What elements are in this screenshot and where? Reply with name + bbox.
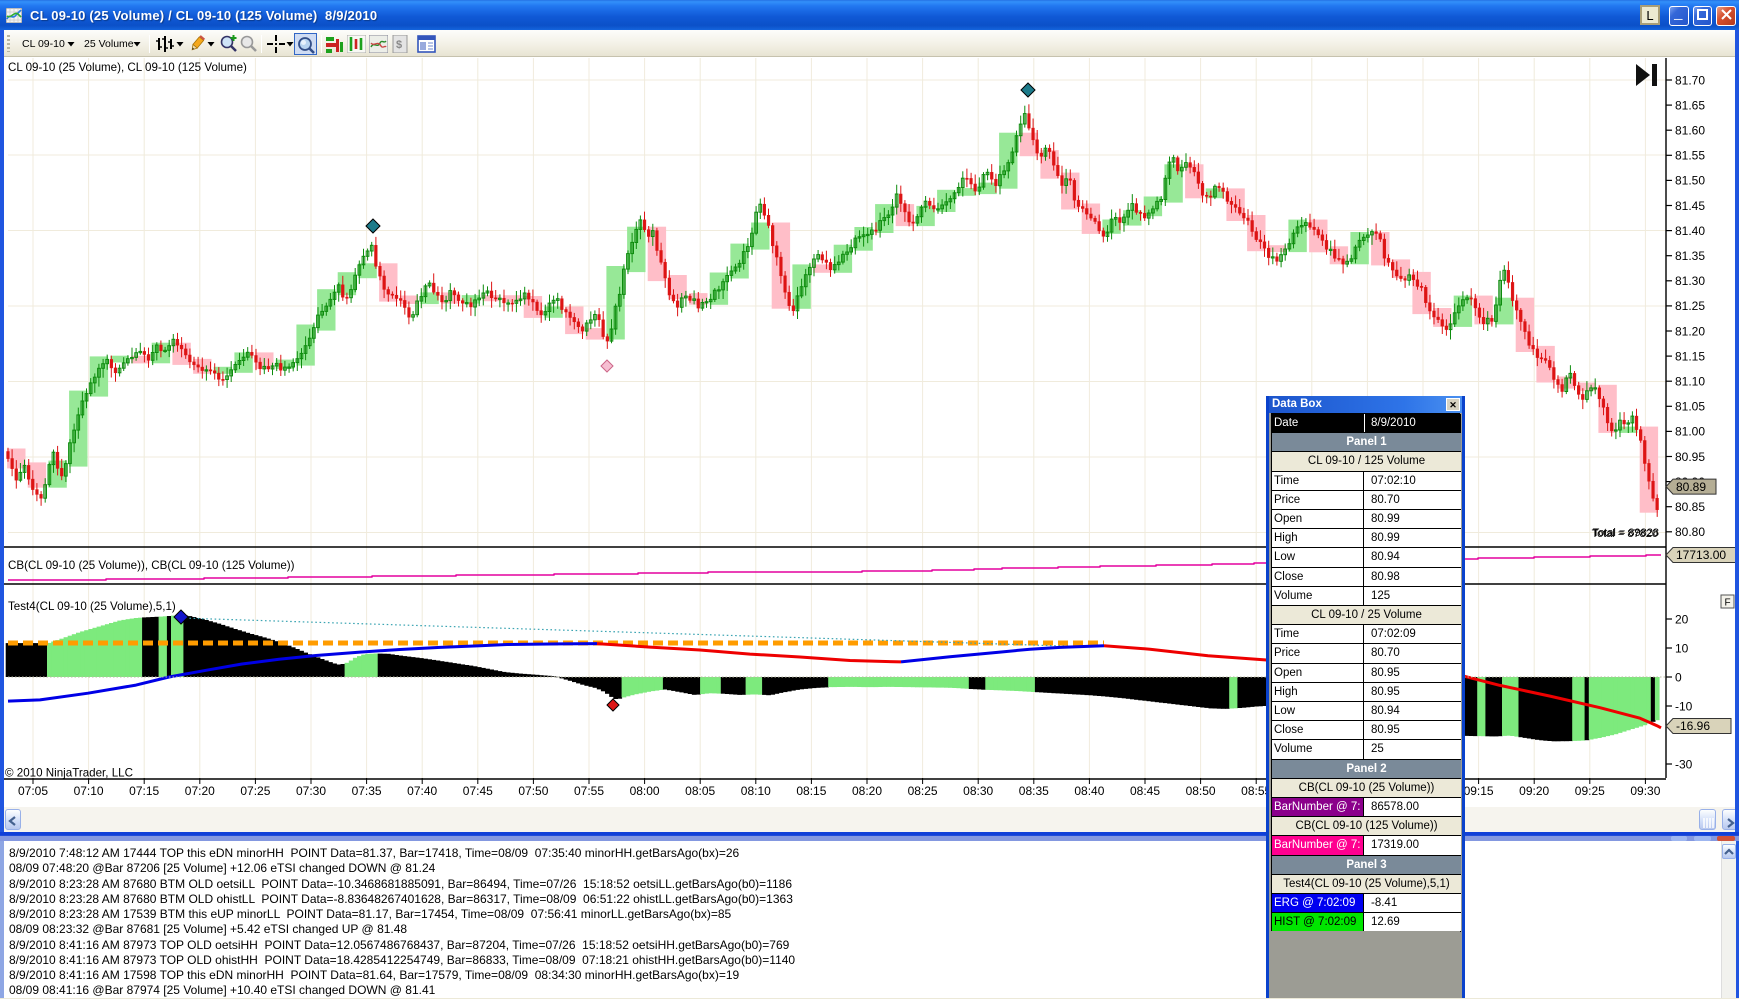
- svg-text:-16.96: -16.96: [1676, 719, 1710, 733]
- svg-text:CL 09-10 (25 Volume), CL 09-10: CL 09-10 (25 Volume), CL 09-10 (125 Volu…: [8, 61, 247, 74]
- svg-text:07:25: 07:25: [240, 784, 270, 798]
- svg-text:81.00: 81.00: [1675, 425, 1705, 439]
- svg-text:81.60: 81.60: [1675, 124, 1705, 138]
- svg-text:81.70: 81.70: [1675, 73, 1705, 87]
- svg-text:07:20: 07:20: [185, 784, 215, 798]
- svg-text:81.50: 81.50: [1675, 174, 1705, 188]
- svg-text:81.45: 81.45: [1675, 199, 1705, 213]
- svg-text:81.65: 81.65: [1675, 98, 1705, 112]
- svg-text:07:10: 07:10: [74, 784, 104, 798]
- svg-text:08:15: 08:15: [796, 784, 826, 798]
- svg-text:20: 20: [1675, 612, 1689, 626]
- svg-text:81.15: 81.15: [1675, 349, 1705, 363]
- svg-text:0: 0: [1675, 670, 1682, 684]
- svg-text:08:45: 08:45: [1130, 784, 1160, 798]
- svg-text:81.20: 81.20: [1675, 324, 1705, 338]
- svg-text:81.10: 81.10: [1675, 375, 1705, 389]
- svg-text:07:45: 07:45: [463, 784, 493, 798]
- svg-text:08:50: 08:50: [1186, 784, 1216, 798]
- svg-text:07:55: 07:55: [574, 784, 604, 798]
- svg-text:81.25: 81.25: [1675, 299, 1705, 313]
- svg-text:80.80: 80.80: [1675, 525, 1705, 539]
- svg-text:-10: -10: [1675, 699, 1693, 713]
- svg-text:08:40: 08:40: [1074, 784, 1104, 798]
- svg-text:10: 10: [1675, 641, 1689, 655]
- svg-text:80.95: 80.95: [1675, 450, 1705, 464]
- svg-text:$: $: [396, 39, 402, 51]
- svg-text:08:30: 08:30: [963, 784, 993, 798]
- svg-text:F: F: [1725, 598, 1731, 609]
- svg-text:81.05: 81.05: [1675, 400, 1705, 414]
- svg-text:80.89: 80.89: [1676, 480, 1706, 494]
- svg-text:81.35: 81.35: [1675, 249, 1705, 263]
- svg-text:CB(CL 09-10 (25 Volume)), CB(C: CB(CL 09-10 (25 Volume)), CB(CL 09-10 (1…: [8, 559, 295, 572]
- svg-text:08:00: 08:00: [630, 784, 660, 798]
- svg-text:08:10: 08:10: [741, 784, 771, 798]
- svg-text:17713.00: 17713.00: [1676, 548, 1726, 562]
- svg-text:07:15: 07:15: [129, 784, 159, 798]
- svg-text:08:25: 08:25: [908, 784, 938, 798]
- svg-text:09:15: 09:15: [1464, 784, 1494, 798]
- svg-text:81.40: 81.40: [1675, 224, 1705, 238]
- svg-text:07:30: 07:30: [296, 784, 326, 798]
- svg-text:08:20: 08:20: [852, 784, 882, 798]
- svg-text:09:20: 09:20: [1519, 784, 1549, 798]
- svg-text:80.85: 80.85: [1675, 500, 1705, 514]
- svg-text:81.55: 81.55: [1675, 149, 1705, 163]
- svg-text:08:35: 08:35: [1019, 784, 1049, 798]
- svg-text:07:40: 07:40: [407, 784, 437, 798]
- svg-text:Total = 89828: Total = 89828: [1593, 527, 1659, 539]
- svg-text:07:35: 07:35: [352, 784, 382, 798]
- svg-text:07:50: 07:50: [518, 784, 548, 798]
- svg-text:81.30: 81.30: [1675, 274, 1705, 288]
- svg-text:09:25: 09:25: [1575, 784, 1605, 798]
- svg-text:09:30: 09:30: [1630, 784, 1660, 798]
- svg-text:Test4(CL 09-10 (25 Volume),5,1: Test4(CL 09-10 (25 Volume),5,1): [8, 600, 176, 613]
- svg-text:08:05: 08:05: [685, 784, 715, 798]
- svg-text:© 2010 NinjaTrader, LLC: © 2010 NinjaTrader, LLC: [5, 767, 133, 780]
- svg-text:07:05: 07:05: [18, 784, 48, 798]
- svg-text:-30: -30: [1675, 757, 1693, 771]
